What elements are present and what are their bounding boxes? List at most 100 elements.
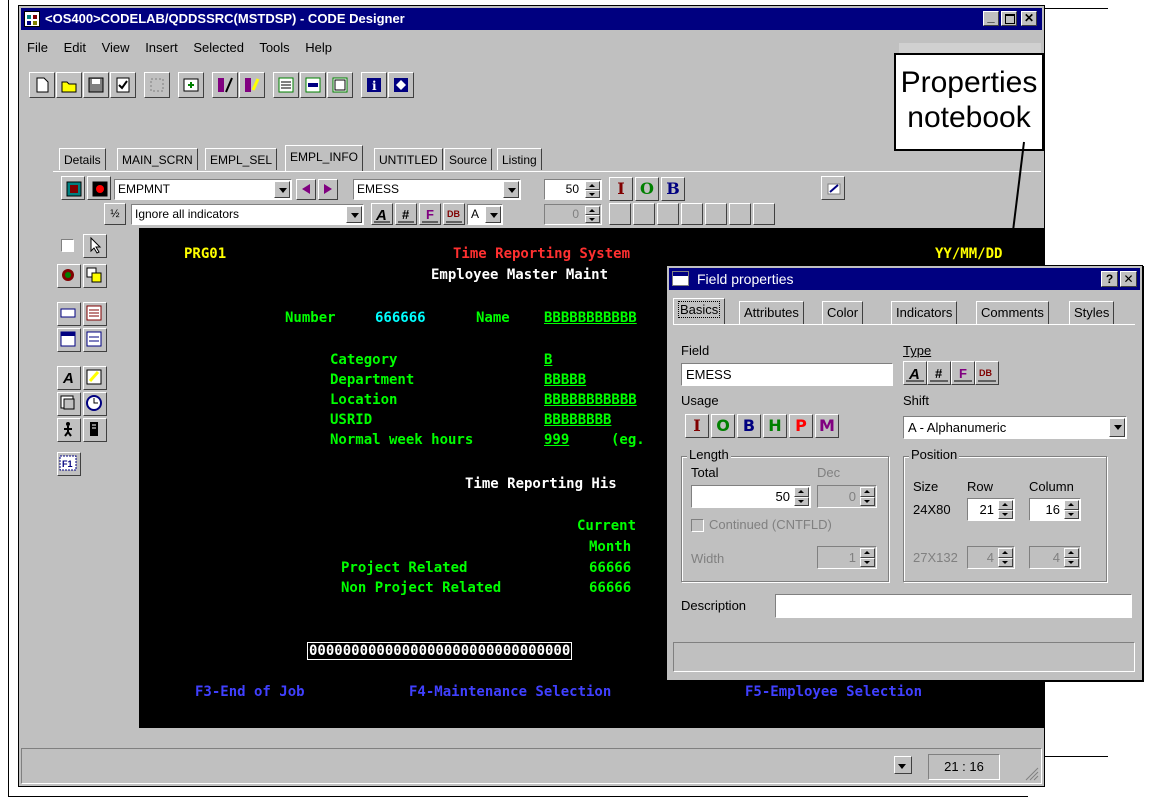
column-spin[interactable] bbox=[1064, 500, 1079, 519]
tab-untitled[interactable]: UNTITLED bbox=[374, 148, 443, 170]
message-field[interactable]: 0000000000000000000000000000000 bbox=[307, 642, 573, 660]
menu-selected[interactable]: Selected bbox=[193, 40, 244, 55]
name-label[interactable]: Name bbox=[476, 310, 510, 326]
name-value[interactable]: BBBBBBBBBBB bbox=[544, 310, 637, 326]
number-label[interactable]: Number bbox=[285, 310, 336, 326]
menu-tools[interactable]: Tools bbox=[259, 40, 289, 55]
current-label[interactable]: Current bbox=[577, 518, 636, 534]
indicator-select[interactable]: Ignore all indicators bbox=[131, 204, 364, 225]
program-name[interactable]: PRG01 bbox=[184, 246, 226, 262]
fkey-f5[interactable]: F5-Employee Selection bbox=[745, 684, 922, 700]
chevron-down-icon[interactable] bbox=[1109, 418, 1125, 437]
user-tool-icon[interactable] bbox=[57, 418, 81, 442]
usrid-value[interactable]: BBBBBBBB bbox=[544, 412, 611, 428]
length-spinner[interactable]: 50 bbox=[544, 179, 602, 200]
nonproject-value[interactable]: 66666 bbox=[589, 580, 631, 596]
dialog-usage-m-button[interactable]: M bbox=[815, 414, 839, 438]
add-field-icon[interactable] bbox=[178, 72, 204, 98]
move-tool-icon[interactable] bbox=[57, 264, 81, 288]
table-icon[interactable] bbox=[327, 72, 353, 98]
department-value[interactable]: BBBBB bbox=[544, 372, 586, 388]
dialog-usage-p-button[interactable]: P bbox=[789, 414, 813, 438]
decimal-spinner[interactable]: 0 bbox=[544, 204, 602, 225]
nonproject-label[interactable]: Non Project Related bbox=[341, 580, 501, 596]
menu-insert[interactable]: Insert bbox=[145, 40, 178, 55]
number-value[interactable]: 666666 bbox=[375, 310, 426, 326]
copy-tool-icon[interactable] bbox=[83, 264, 107, 288]
dialog-type-alpha-icon[interactable]: A bbox=[903, 361, 927, 385]
save-icon[interactable] bbox=[83, 72, 109, 98]
dialog-tab-basics[interactable]: Basics bbox=[673, 298, 726, 324]
check-icon[interactable] bbox=[110, 72, 136, 98]
type-alpha-icon[interactable]: A bbox=[371, 203, 393, 225]
indicator-icon[interactable]: ½ bbox=[104, 203, 126, 225]
row-input[interactable]: 21 bbox=[967, 498, 1015, 521]
project-value[interactable]: 66666 bbox=[589, 560, 631, 576]
record-props-icon[interactable] bbox=[87, 176, 111, 200]
info-icon[interactable]: i bbox=[361, 72, 387, 98]
chevron-down-icon[interactable] bbox=[274, 181, 290, 198]
location-label[interactable]: Location bbox=[330, 392, 397, 408]
edit-tool-icon[interactable] bbox=[83, 366, 107, 390]
category-value[interactable]: B bbox=[544, 352, 552, 368]
dialog-usage-h-button[interactable]: H bbox=[763, 414, 787, 438]
week-hours-hint[interactable]: (eg. bbox=[611, 432, 645, 448]
chevron-down-icon[interactable] bbox=[485, 206, 501, 223]
menu-edit[interactable]: Edit bbox=[64, 40, 86, 55]
clock-icon[interactable] bbox=[83, 392, 107, 416]
dialog-type-float-icon[interactable]: F bbox=[951, 361, 975, 385]
type-float-icon[interactable]: F bbox=[419, 203, 441, 225]
constant-tool-icon[interactable] bbox=[83, 302, 107, 326]
status-dropdown[interactable] bbox=[894, 756, 912, 774]
tab-source[interactable]: Source bbox=[444, 148, 493, 170]
dialog-tab-indicators[interactable]: Indicators bbox=[891, 301, 958, 324]
dialog-usage-b-button[interactable]: B bbox=[737, 414, 761, 438]
open-icon[interactable] bbox=[56, 72, 82, 98]
total-spin[interactable] bbox=[794, 487, 809, 506]
dialog-tab-styles[interactable]: Styles bbox=[1069, 301, 1115, 324]
usage-both-button[interactable]: B bbox=[661, 177, 685, 201]
menu-file[interactable]: File bbox=[27, 40, 48, 55]
month-label[interactable]: Month bbox=[589, 539, 631, 555]
row-spin[interactable] bbox=[998, 500, 1013, 519]
tab-main-scrn[interactable]: MAIN_SCRN bbox=[117, 148, 198, 170]
list-icon[interactable] bbox=[273, 72, 299, 98]
fkey-f4[interactable]: F4-Maintenance Selection bbox=[409, 684, 611, 700]
field-tool-icon[interactable] bbox=[57, 302, 81, 326]
close-button[interactable]: ✕ bbox=[1021, 11, 1037, 26]
type-dbcs-icon[interactable]: DB bbox=[443, 203, 465, 225]
usage-output-button[interactable]: O bbox=[635, 177, 659, 201]
history-title[interactable]: Time Reporting His bbox=[465, 476, 617, 492]
screen-subtitle[interactable]: Employee Master Maint bbox=[431, 267, 608, 283]
tab-details[interactable]: Details bbox=[59, 148, 106, 170]
location-value[interactable]: BBBBBBBBBBB bbox=[544, 392, 637, 408]
dialog-tab-comments[interactable]: Comments bbox=[976, 301, 1049, 324]
edit-source-icon[interactable] bbox=[239, 72, 265, 98]
record-icon[interactable] bbox=[61, 176, 85, 200]
week-hours-value[interactable]: 999 bbox=[544, 432, 569, 448]
system-title[interactable]: Time Reporting System bbox=[453, 246, 630, 262]
usage-input-button[interactable]: I bbox=[609, 177, 633, 201]
fkey-f3[interactable]: F3-End of Job bbox=[195, 684, 305, 700]
window-tool-icon[interactable] bbox=[57, 328, 81, 352]
dialog-close-button[interactable]: ✕ bbox=[1120, 271, 1137, 287]
record-select[interactable]: EMPMNT bbox=[114, 179, 292, 200]
edit-record-icon[interactable] bbox=[212, 72, 238, 98]
dialog-tab-color[interactable]: Color bbox=[822, 301, 864, 324]
dialog-type-numeric-icon[interactable]: # bbox=[927, 361, 951, 385]
type-numeric-icon[interactable]: # bbox=[395, 203, 417, 225]
dialog-usage-o-button[interactable]: O bbox=[711, 414, 735, 438]
new-icon[interactable] bbox=[29, 72, 55, 98]
diamond-icon[interactable] bbox=[388, 72, 414, 98]
key-icon[interactable] bbox=[300, 72, 326, 98]
total-length-input[interactable]: 50 bbox=[691, 485, 811, 508]
function-key-icon[interactable]: F1 bbox=[57, 452, 81, 476]
dialog-usage-i-button[interactable]: I bbox=[685, 414, 709, 438]
chevron-down-icon[interactable] bbox=[503, 181, 519, 198]
tab-empl-sel[interactable]: EMPL_SEL bbox=[205, 148, 278, 170]
prev-record-icon[interactable] bbox=[296, 179, 316, 200]
checkbox-tool-icon[interactable] bbox=[61, 239, 74, 252]
shift-select[interactable]: A - Alphanumeric bbox=[903, 416, 1127, 439]
maximize-button[interactable] bbox=[1001, 11, 1017, 26]
category-label[interactable]: Category bbox=[330, 352, 397, 368]
